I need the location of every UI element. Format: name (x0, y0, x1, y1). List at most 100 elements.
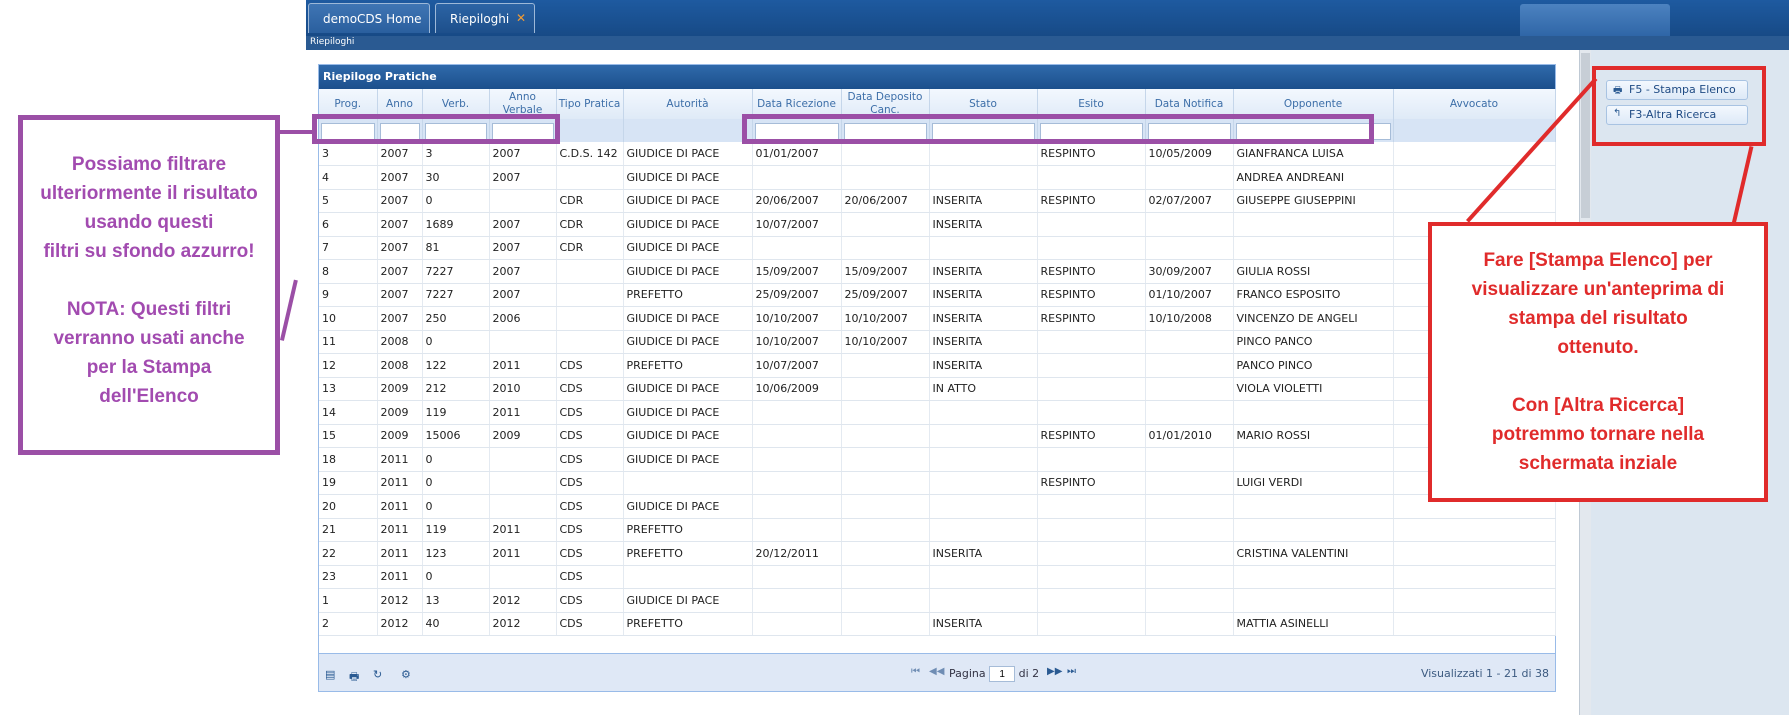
table-cell: 2007 (489, 212, 557, 237)
table-cell: 2009 (377, 400, 423, 425)
column-header[interactable]: Autorità (623, 89, 753, 119)
table-cell: 7227 (422, 283, 490, 307)
table-cell: 2008 (377, 353, 423, 378)
table-row[interactable]: 23 2011 0 CDS (319, 565, 1556, 589)
table-cell: 2012 (377, 588, 423, 613)
tab-riepiloghi[interactable]: Riepiloghi ✕ (435, 3, 535, 33)
table-row[interactable]: 6 2007 1689 2007 CDR GIUDICE DI PACE 10/07/200… (319, 212, 1556, 237)
table-cell (1145, 565, 1234, 589)
table-row[interactable]: 14 2009 119 2011 CDS GIUDICE DI PACE (319, 400, 1556, 425)
table-cell (1393, 612, 1556, 636)
table-cell (1233, 494, 1394, 519)
table-row[interactable]: 18 2011 0 CDS GIUDICE DI PACE (319, 447, 1556, 472)
table-cell (1145, 588, 1234, 613)
table-row[interactable]: 4 2007 30 2007 GIUDICE DI PACE ANDREA ANDREAN… (319, 165, 1556, 190)
table-row[interactable]: 8 2007 7227 2007 GIUDICE DI PACE 15/09/2007 15… (319, 259, 1556, 284)
table-row[interactable]: 12 2008 122 2011 CDS PREFETTO 10/07/2007 INSERI… (319, 353, 1556, 378)
table-cell (1037, 518, 1146, 542)
table-cell: 2007 (377, 142, 423, 166)
table-row[interactable]: 9 2007 7227 2007 PREFETTO 25/09/2007 25/09/200… (319, 283, 1556, 307)
table-cell: 2009 (489, 424, 557, 448)
gear-icon[interactable]: ⚙ (401, 668, 411, 681)
next-page-icon[interactable]: ▶▶ (1047, 666, 1062, 677)
last-page-icon[interactable]: ⏭ (1067, 666, 1076, 677)
table-cell: 15006 (422, 424, 490, 448)
table-row[interactable]: 1 2012 13 2012 CDS GIUDICE DI PACE (319, 588, 1556, 613)
page-input[interactable] (989, 666, 1016, 682)
table-cell (1037, 377, 1146, 401)
table-cell: GIUDICE DI PACE (623, 588, 753, 613)
table-row[interactable]: 11 2008 0 GIUDICE DI PACE 10/10/2007 10/10/20… (319, 330, 1556, 354)
table-cell (841, 565, 930, 589)
table-cell (623, 565, 753, 589)
table-cell (929, 494, 1038, 519)
table-cell (556, 306, 624, 331)
note-line: per la Stampa (86, 357, 212, 378)
table-cell: INSERITA (929, 283, 1038, 307)
table-cell (752, 494, 842, 519)
table-cell (752, 471, 842, 495)
table-cell: 20/06/2007 (841, 189, 930, 213)
table-cell (841, 165, 930, 190)
table-cell (841, 142, 930, 166)
table-cell: 2012 (489, 588, 557, 613)
table-row[interactable]: 13 2009 212 2010 CDS GIUDICE DI PACE 10/06/200… (319, 377, 1556, 401)
table-row[interactable]: 20 2011 0 CDS GIUDICE DI PACE (319, 494, 1556, 519)
page-control: Pagina di 2 (949, 666, 1039, 682)
table-cell: RESPINTO (1037, 471, 1146, 495)
table-cell: 01/10/2007 (1145, 283, 1234, 307)
note-line: NOTA: Questi filtri (66, 299, 232, 320)
table-cell (489, 565, 557, 589)
riepilogo-pratiche-grid: Riepilogo Pratiche Prog. Anno Verb. Anno Ve… (318, 64, 1556, 692)
table-cell (1393, 541, 1556, 566)
table-row[interactable]: 5 2007 0 CDR GIUDICE DI PACE 20/06/2007 20/06/… (319, 189, 1556, 213)
table-cell: LUIGI VERDI (1233, 471, 1394, 495)
table-cell: RESPINTO (1037, 142, 1146, 166)
refresh-icon[interactable]: ↻ (373, 668, 382, 681)
purple-connector-2 (280, 130, 314, 134)
table-cell: GIUDICE DI PACE (623, 236, 753, 260)
prev-page-icon[interactable]: ◀◀ (929, 666, 944, 677)
table-cell (1393, 565, 1556, 589)
table-row[interactable]: 19 2011 0 CDS RESPINTO LUIGI VERDI (319, 471, 1556, 495)
table-cell: 0 (422, 330, 490, 354)
table-cell: INSERITA (929, 189, 1038, 213)
table-row[interactable]: 15 2009 15006 2009 CDS GIUDICE DI PACE RESPINT… (319, 424, 1556, 448)
close-icon[interactable]: ✕ (516, 11, 526, 25)
table-cell (841, 518, 930, 542)
table-cell: 81 (422, 236, 490, 260)
table-cell: 15/09/2007 (752, 259, 842, 284)
column-header[interactable]: Tipo Pratica (556, 89, 624, 119)
table-cell: 2007 (377, 306, 423, 331)
table-row[interactable]: 2 2012 40 2012 CDS PREFETTO INSERITA MATTIA ASI… (319, 612, 1556, 636)
table-cell: 2011 (489, 400, 557, 425)
table-cell: 1 (319, 588, 378, 613)
table-cell: 0 (422, 189, 490, 213)
table-row[interactable]: 10 2007 250 2006 GIUDICE DI PACE 10/10/2007 10… (319, 306, 1556, 331)
table-cell: 25/09/2007 (752, 283, 842, 307)
table-cell: PREFETTO (623, 541, 753, 566)
export-icon[interactable]: ▤ (325, 668, 335, 681)
annotation-filters: Possiamo filtrare ulteriormente il risul… (18, 115, 280, 455)
table-row[interactable]: 21 2011 119 2011 CDS PREFETTO (319, 518, 1556, 542)
table-row[interactable]: 22 2011 123 2011 CDS PREFETTO 20/12/2011 INSERI… (319, 541, 1556, 566)
table-cell (1037, 165, 1146, 190)
first-page-icon[interactable]: ⏮ (911, 666, 920, 677)
table-row[interactable]: 3 2007 3 2007 C.D.S. 142 GIUDICE DI PACE 01/01… (319, 142, 1556, 166)
column-header[interactable]: Avvocato (1393, 89, 1556, 119)
printer-icon[interactable]: 🖶 (349, 668, 359, 687)
table-row[interactable]: 7 2007 81 2007 CDR GIUDICE DI PACE (319, 236, 1556, 260)
table-cell (1393, 588, 1556, 613)
scrollbar-thumb[interactable] (1581, 53, 1590, 218)
note-line: filtri su sfondo azzurro! (43, 241, 255, 262)
table-cell (1145, 494, 1234, 519)
note-line: ulteriormente il risultato (40, 183, 258, 204)
note-line: Con [Altra Ricerca] (1511, 395, 1685, 416)
table-cell: 21 (319, 518, 378, 542)
table-cell: 40 (422, 612, 490, 636)
table-cell: INSERITA (929, 612, 1038, 636)
table-cell (752, 236, 842, 260)
table-cell: 2007 (489, 259, 557, 284)
table-cell (1037, 541, 1146, 566)
tab-democds-home[interactable]: demoCDS Home (308, 3, 430, 33)
